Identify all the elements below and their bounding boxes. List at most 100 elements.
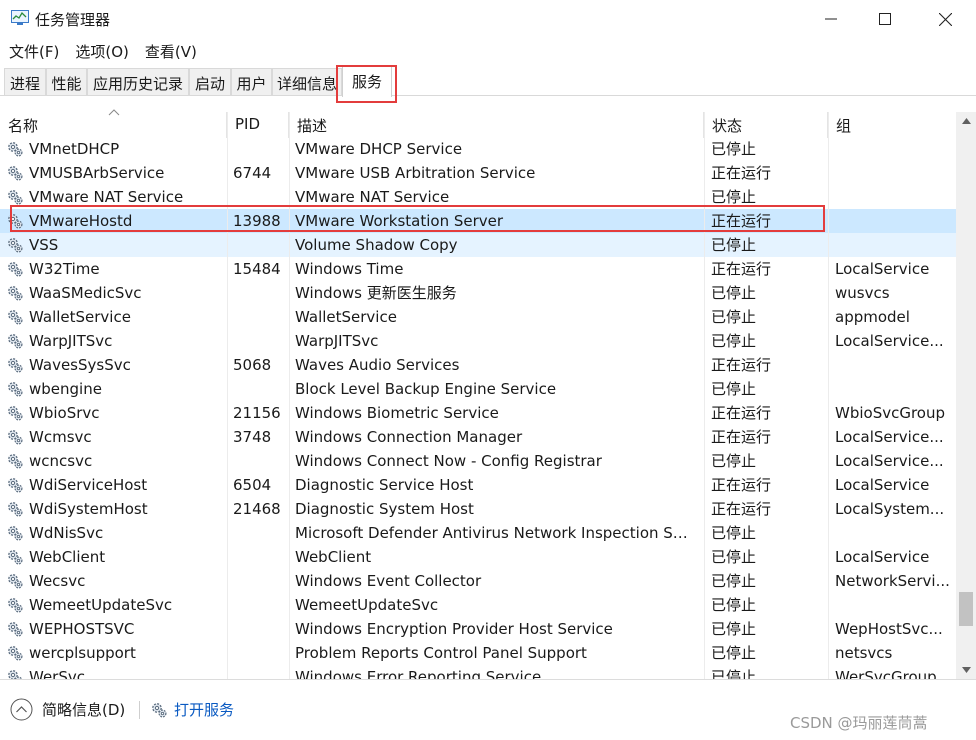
table-row[interactable]: WarpJITSvc WarpJITSvc 已停止 LocalService... [0,329,956,353]
service-description: Windows Event Collector [295,572,482,590]
tab-processes[interactable]: 进程 [4,68,46,95]
title-bar[interactable]: 任务管理器 [0,0,976,38]
table-row[interactable]: WavesSysSvc 5068 Waves Audio Services 正在运行 [0,353,956,377]
service-group [835,186,953,208]
table-row[interactable]: VMnetDHCP VMware DHCP Service 已停止 [0,137,956,161]
service-name: Wcmsvc [29,428,92,446]
menu-file[interactable]: 文件(F) [0,38,66,64]
scroll-thumb[interactable] [959,592,973,627]
table-row[interactable]: Wcmsvc 3748 Windows Connection Manager 正在运行… [0,425,956,449]
service-gear-icon [8,406,23,421]
service-status: 正在运行 [711,212,772,230]
service-pid: 5068 [233,356,272,374]
service-name: WdiServiceHost [29,476,148,494]
open-services-link[interactable]: 打开服务 [150,699,234,720]
service-gear-icon [8,286,23,301]
tab-performance[interactable]: 性能 [46,68,87,95]
service-pid [233,642,291,664]
table-row[interactable]: WaaSMedicSvc Windows 更新医生服务 已停止 wusvcs [0,281,956,305]
menu-bar: 文件(F) 选项(O) 查看(V) [0,38,204,64]
service-group: LocalService [835,476,930,494]
service-name: WemeetUpdateSvc [29,596,173,614]
table-row[interactable]: WebClient WebClient 已停止 LocalService [0,545,956,569]
column-header-name[interactable]: 名称 [0,109,227,138]
menu-options[interactable]: 选项(O) [66,38,136,64]
column-divider [704,112,705,679]
close-button[interactable] [916,0,974,38]
service-name: WEPHOSTSVC [29,620,135,638]
tab-services[interactable]: 服务 [342,66,392,97]
tab-startup[interactable]: 启动 [189,68,231,95]
service-name: WalletService [29,308,131,326]
column-header-group[interactable]: 组 [828,112,956,138]
column-header-group-label: 组 [836,117,852,135]
table-row[interactable]: WdiSystemHost 21468 Diagnostic System Host… [0,497,956,521]
footer-bar: 简略信息(D) 打开服务 CSDN @玛丽莲茼蒿 [0,679,976,740]
service-gear-icon [8,598,23,613]
service-pid [233,330,291,352]
tab-users[interactable]: 用户 [231,68,272,95]
service-name-cell: wcncsvc [6,450,224,472]
tab-details[interactable]: 详细信息 [272,68,342,95]
column-header-status[interactable]: 状态 [704,112,828,138]
table-row[interactable]: WerSvc Windows Error Reporting Service 已停止… [0,665,956,679]
service-pid: 3748 [233,428,272,446]
table-row[interactable]: wcncsvc Windows Connect Now - Config Regi… [0,449,956,473]
table-row[interactable]: VMUSBArbService 6744 VMware USB Arbitratio… [0,161,956,185]
table-row[interactable]: VSS Volume Shadow Copy 已停止 [0,233,956,257]
fewer-details-button[interactable]: 简略信息(D) [10,698,125,721]
menu-view[interactable]: 查看(V) [136,38,204,64]
service-group [835,162,953,184]
table-row[interactable]: Wecsvc Windows Event Collector 已停止 NetworkS… [0,569,956,593]
minimize-button[interactable] [802,0,860,38]
service-group [835,138,953,160]
service-pid [233,234,291,256]
service-gear-icon [8,310,23,325]
column-header-pid[interactable]: PID [227,112,289,138]
service-status: 正在运行 [711,428,772,446]
chevron-up-circle-icon [10,698,33,721]
service-description: Microsoft Defender Antivirus Network Ins… [295,524,697,542]
service-description: Windows 更新医生服务 [295,284,457,302]
service-name: WdNisSvc [29,524,104,542]
table-row[interactable]: WalletService WalletService 已停止 appmodel [0,305,956,329]
scroll-down-button[interactable] [956,661,976,679]
vertical-scrollbar[interactable] [956,112,976,679]
service-pid [233,546,291,568]
service-pid: 15484 [233,260,281,278]
service-gear-icon [8,478,23,493]
column-header-name-label: 名称 [8,117,39,135]
window-title: 任务管理器 [35,11,111,29]
table-row[interactable]: W32Time 15484 Windows Time 正在运行 LocalService [0,257,956,281]
tab-app-history[interactable]: 应用历史记录 [87,68,189,95]
service-gear-icon [8,334,23,349]
service-gear-icon [8,430,23,445]
column-divider [227,112,228,679]
service-status: 已停止 [711,308,757,326]
maximize-icon [879,13,891,25]
service-group: wusvcs [835,284,890,302]
table-row[interactable]: WbioSrvc 21156 Windows Biometric Service 正在… [0,401,956,425]
service-group: LocalService... [835,452,944,470]
table-row[interactable]: VMwareHostd 13988 VMware Workstation Serve… [0,209,956,233]
service-name: wbengine [29,380,102,398]
footer-divider [139,701,140,719]
service-status: 已停止 [711,332,757,350]
table-row[interactable]: VMware NAT Service VMware NAT Service 已停止 [0,185,956,209]
table-row[interactable]: WEPHOSTSVC Windows Encryption Provider Ho… [0,617,956,641]
service-description: VMware NAT Service [295,188,450,206]
service-description: Windows Connection Manager [295,428,523,446]
scroll-up-button[interactable] [956,112,976,130]
service-description: Volume Shadow Copy [295,236,458,254]
table-row[interactable]: WemeetUpdateSvc WemeetUpdateSvc 已停止 [0,593,956,617]
service-group: appmodel [835,308,910,326]
table-row[interactable]: WdNisSvc Microsoft Defender Antivirus Net… [0,521,956,545]
column-divider [289,112,290,679]
service-group [835,594,953,616]
column-header-description[interactable]: 描述 [289,112,704,138]
maximize-button[interactable] [856,0,914,38]
column-header-pid-label: PID [235,115,261,133]
table-row[interactable]: wbengine Block Level Backup Engine Servic… [0,377,956,401]
table-row[interactable]: WdiServiceHost 6504 Diagnostic Service Hos… [0,473,956,497]
table-row[interactable]: wercplsupport Problem Reports Control Pan… [0,641,956,665]
